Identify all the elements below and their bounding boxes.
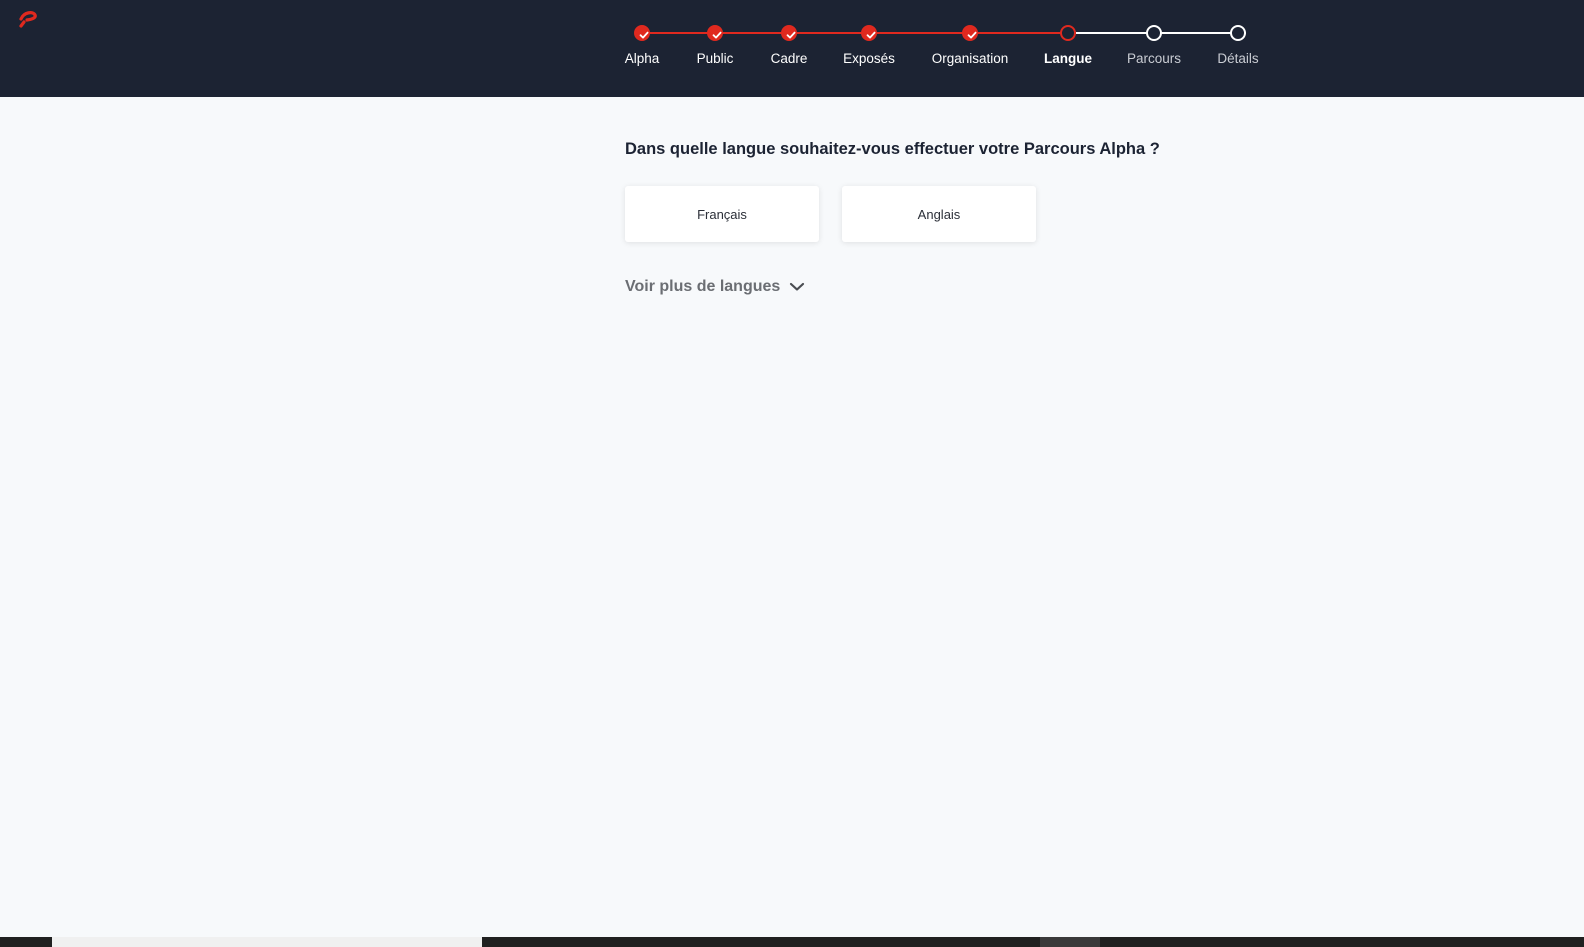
taskbar-app-item[interactable]	[1040, 937, 1100, 947]
taskbar-search-box[interactable]	[52, 937, 482, 947]
language-option-anglais[interactable]: Anglais	[842, 186, 1036, 242]
more-languages-toggle[interactable]: Voir plus de langues	[625, 278, 805, 296]
chevron-down-icon	[790, 282, 805, 291]
step-details-label: Détails	[1217, 51, 1259, 66]
step-details-node	[1230, 25, 1246, 41]
step-exposes-node[interactable]	[861, 25, 877, 41]
step-parcours-node	[1146, 25, 1162, 41]
more-languages-label: Voir plus de langues	[625, 278, 781, 295]
checkmark-icon	[639, 31, 649, 39]
step-public-node[interactable]	[707, 25, 723, 41]
checkmark-icon	[786, 31, 796, 39]
step-alpha-node[interactable]	[634, 25, 650, 41]
step-langue-node[interactable]	[1060, 25, 1076, 41]
language-option-francais[interactable]: Français	[625, 186, 819, 242]
progress-stepper: Alpha Public Cadre Exposés Organisation …	[0, 0, 1584, 97]
step-organisation-node[interactable]	[962, 25, 978, 41]
language-option-label: Anglais	[917, 206, 961, 222]
checkmark-icon	[866, 31, 876, 39]
step-cadre-node[interactable]	[781, 25, 797, 41]
language-option-label: Français	[697, 206, 747, 222]
language-question: Dans quelle langue souhaitez-vous effect…	[625, 140, 1160, 158]
checkmark-icon	[967, 31, 977, 39]
checkmark-icon	[712, 31, 722, 39]
top-header: Alpha Public Cadre Exposés Organisation …	[0, 0, 1584, 97]
